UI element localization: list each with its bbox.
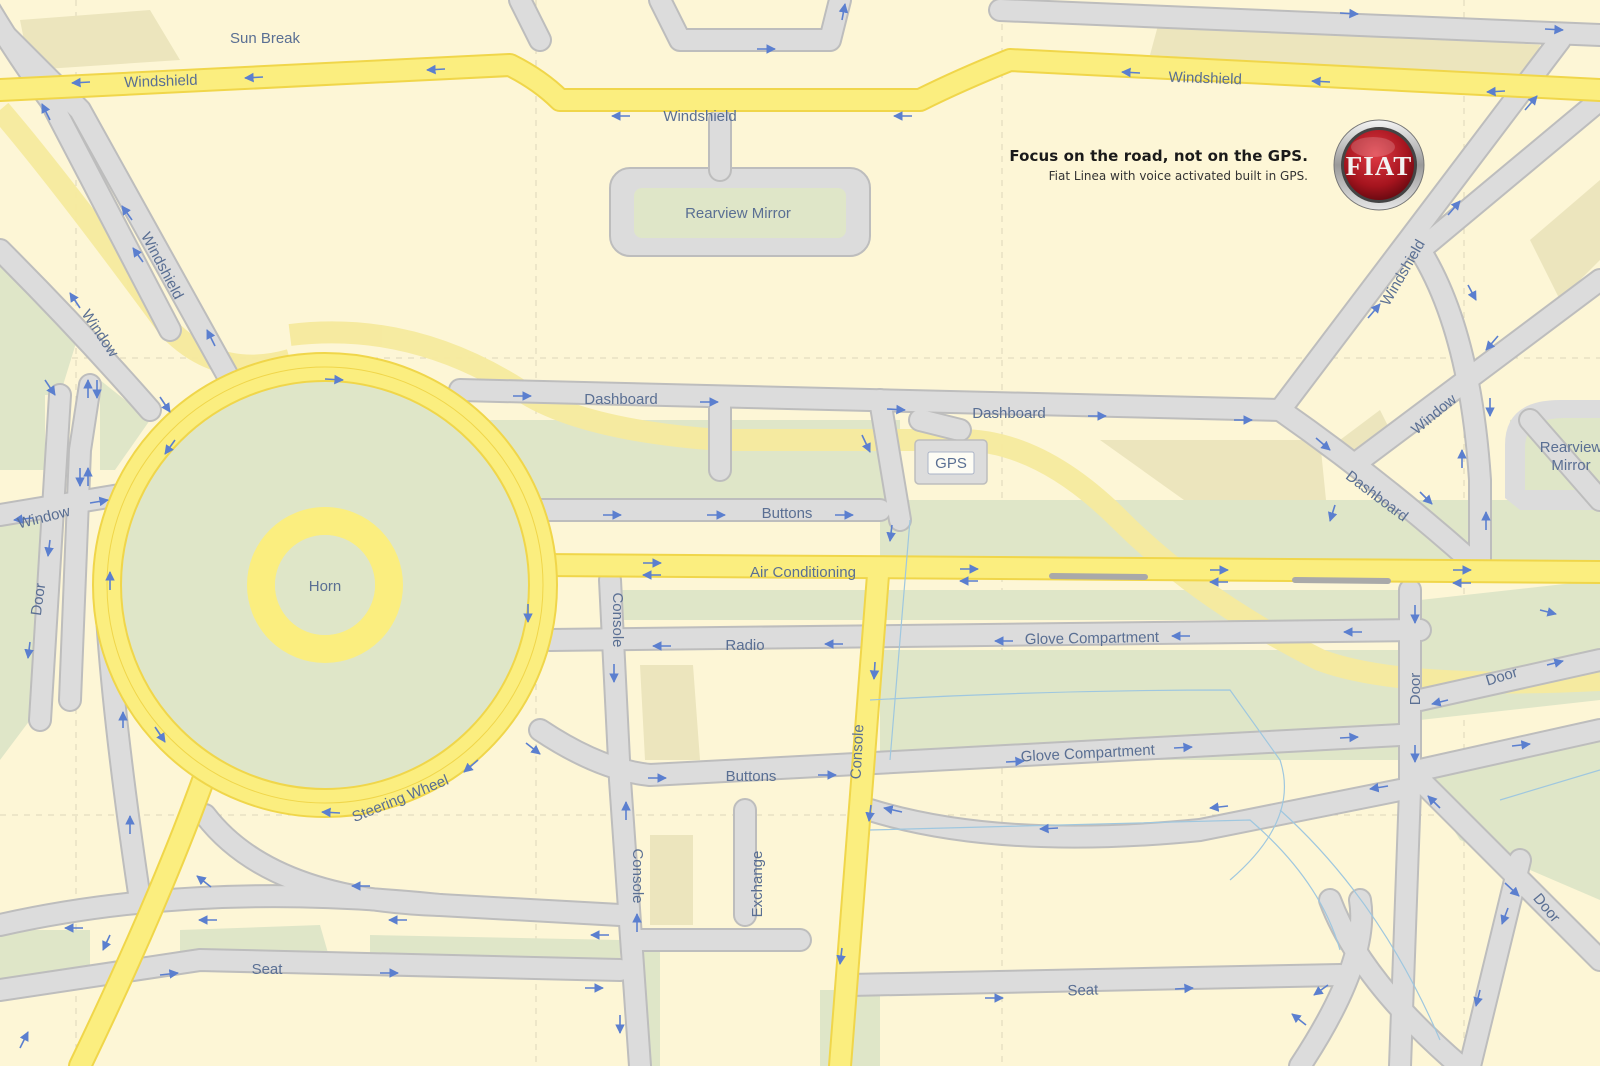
- road-label-radio: Radio: [725, 637, 764, 654]
- road-label-buttons-upper: Buttons: [762, 505, 813, 522]
- road-label-console-lower: Console: [629, 848, 646, 903]
- road-label-glove-compartment-upper: Glove Compartment: [1025, 629, 1160, 648]
- road-label-door-right-vertical: Door: [1407, 673, 1424, 706]
- road-label-windshield-left: Windshield: [124, 72, 198, 92]
- area-label-rearview-mirror-right-2: Mirror: [1551, 457, 1590, 474]
- fiat-logo: FIAT: [1333, 119, 1425, 211]
- area-label-gps: GPS: [935, 455, 967, 472]
- road-label-console-mid: Console: [848, 724, 868, 780]
- road-label-seat-left: Seat: [252, 961, 284, 978]
- map-canvas[interactable]: Sun Break Rearview Mirror Rearview Mirro…: [0, 0, 1600, 1066]
- area-label-horn: Horn: [309, 578, 342, 595]
- ad-tagline: Focus on the road, not on the GPS. Fiat …: [1009, 147, 1308, 183]
- road-label-windshield-mid: Windshield: [663, 108, 736, 125]
- road-label-buttons-lower: Buttons: [726, 768, 777, 785]
- road-label-exchange: Exchange: [749, 851, 766, 918]
- ad-headline: Focus on the road, not on the GPS.: [1009, 147, 1308, 165]
- road-label-console-upper: Console: [609, 592, 626, 647]
- area-label-rearview-mirror-right-1: Rearview: [1540, 439, 1600, 456]
- area-label-rearview-mirror: Rearview Mirror: [685, 205, 791, 222]
- road-label-dashboard-mid: Dashboard: [972, 405, 1045, 422]
- road-label-windshield-right: Windshield: [1168, 69, 1242, 89]
- road-label-seat-right: Seat: [1067, 981, 1099, 999]
- area-label-sun-break: Sun Break: [230, 30, 301, 47]
- road-label-dashboard-left: Dashboard: [584, 391, 657, 408]
- road-label-air-conditioning: Air Conditioning: [750, 564, 856, 581]
- fiat-logo-text: FIAT: [1346, 151, 1413, 181]
- ad-subline: Fiat Linea with voice activated built in…: [1048, 169, 1308, 183]
